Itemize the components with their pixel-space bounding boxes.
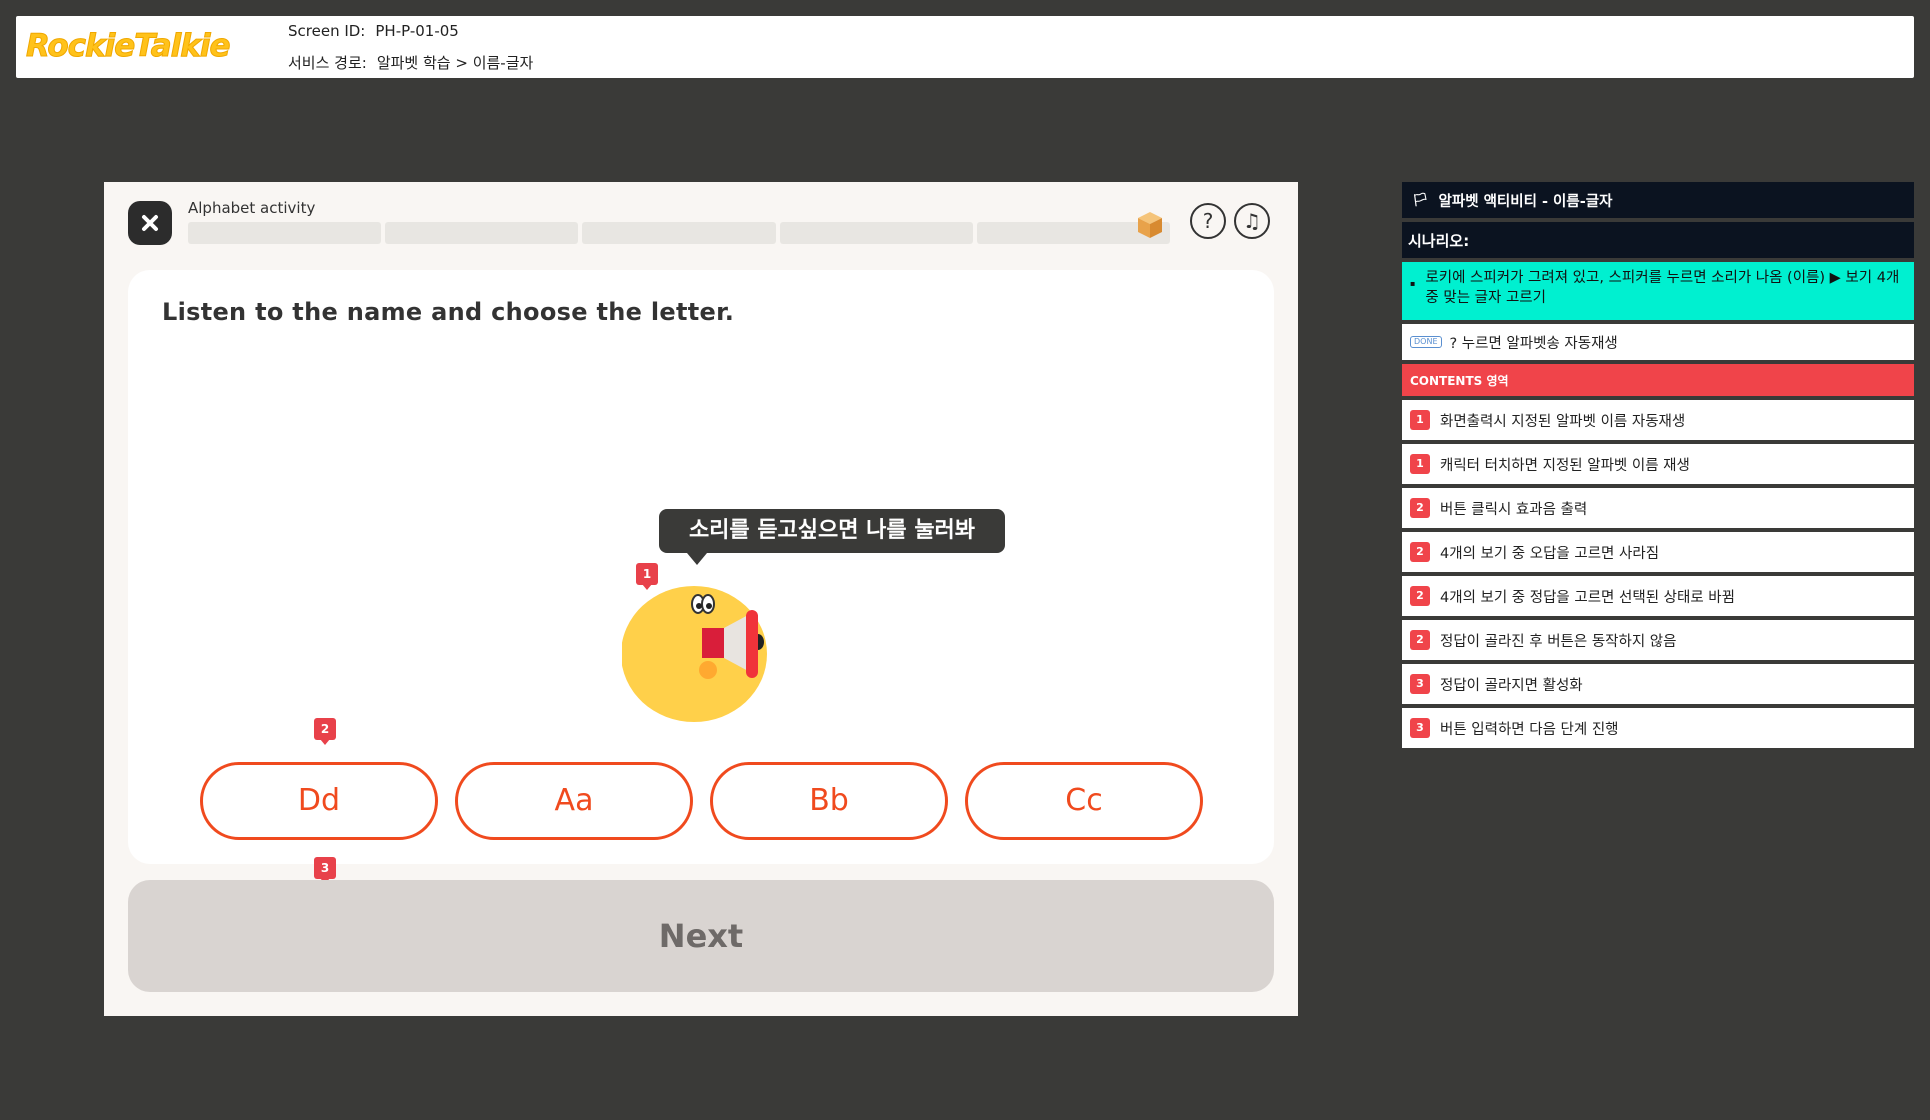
progress-segment <box>582 222 776 244</box>
bullet-icon: ▪ <box>1410 279 1416 288</box>
spec-item: 1 화면출력시 지정된 알파벳 이름 자동재생 <box>1402 400 1914 440</box>
choice-button-bb[interactable]: Bb <box>710 762 948 840</box>
service-path-line: 서비스 경로: 알파벳 학습 > 이름-글자 <box>288 52 533 73</box>
spec-item-number: 3 <box>1410 674 1430 694</box>
rockietalkie-logo: RockieTalkie <box>26 28 232 65</box>
panel-title-row: 🏳 알파벳 액티비티 - 이름-글자 <box>1402 182 1914 218</box>
progress-segment <box>385 222 579 244</box>
autoplay-note-row: DONE ? 누르면 알파벳송 자동재생 <box>1402 324 1914 360</box>
activity-label: Alphabet activity <box>188 199 316 217</box>
annotation-marker-3: 3 <box>314 857 336 884</box>
progress-segment <box>188 222 382 244</box>
activity-screen: Alphabet activity ? ♫ Listen to the name… <box>104 182 1298 1016</box>
service-path-label: 서비스 경로: <box>288 54 367 72</box>
spec-item-text: 정답이 골라지면 활성화 <box>1440 677 1583 694</box>
screen-id-label: Screen ID: <box>288 22 366 40</box>
spec-item-text: 화면출력시 지정된 알파벳 이름 자동재생 <box>1440 413 1686 430</box>
help-button[interactable]: ? <box>1190 203 1226 239</box>
progress-segment <box>779 222 973 244</box>
music-note-icon: ♫ <box>1243 209 1261 233</box>
spec-item-number: 1 <box>1410 454 1430 474</box>
spec-item: 2 4개의 보기 중 정답을 고르면 선택된 상태로 바뀜 <box>1402 576 1914 616</box>
music-button[interactable]: ♫ <box>1234 203 1270 239</box>
rockie-character-icon <box>621 586 767 722</box>
spec-item-number: 2 <box>1410 630 1430 650</box>
question-card: Listen to the name and choose the letter… <box>128 270 1274 864</box>
close-icon <box>142 215 158 231</box>
spec-item: 2 버튼 클릭시 효과음 출력 <box>1402 488 1914 528</box>
spec-item-number: 2 <box>1410 586 1430 606</box>
scenario-label: 시나리오: <box>1408 231 1470 250</box>
spec-item: 2 4개의 보기 중 오답을 고르면 사라짐 <box>1402 532 1914 572</box>
choice-button-aa[interactable]: Aa <box>455 762 693 840</box>
contents-label: CONTENTS 영역 <box>1410 373 1509 388</box>
rockie-speaker-character[interactable] <box>621 572 782 722</box>
screen-id-line: Screen ID: PH-P-01-05 <box>288 22 459 40</box>
close-button[interactable] <box>128 201 172 245</box>
spec-item-text: 버튼 클릭시 효과음 출력 <box>1440 501 1588 518</box>
question-text: Listen to the name and choose the letter… <box>162 298 735 326</box>
spec-item-text: 캐릭터 터치하면 지정된 알파벳 이름 재생 <box>1440 457 1690 474</box>
header-bar: RockieTalkie Screen ID: PH-P-01-05 서비스 경로… <box>16 16 1914 78</box>
panel-title: 알파벳 액티비티 - 이름-글자 <box>1438 193 1613 210</box>
spec-item-number: 3 <box>1410 718 1430 738</box>
choice-button-dd[interactable]: Dd <box>200 762 438 840</box>
spec-item-number: 2 <box>1410 498 1430 518</box>
choice-button-cc[interactable]: Cc <box>965 762 1203 840</box>
speech-bubble: 소리를 듣고싶으면 나를 눌러봐 <box>659 509 1005 565</box>
progress-bar <box>188 222 1171 244</box>
spec-item: 3 버튼 입력하면 다음 단계 진행 <box>1402 708 1914 748</box>
spec-item-text: 4개의 보기 중 오답을 고르면 사라짐 <box>1440 545 1660 562</box>
question-mark-icon: ? <box>1202 209 1214 233</box>
next-button[interactable]: Next <box>128 880 1274 992</box>
autoplay-note: ? 누르면 알파벳송 자동재생 <box>1449 335 1618 352</box>
flag-icon: 🏳 <box>1412 192 1429 208</box>
choice-group: Dd Aa Bb Cc <box>200 762 1220 840</box>
reward-box-icon <box>1138 212 1162 238</box>
scenario-text: 로키에 스피커가 그려져 있고, 스피커를 누르면 소리가 나옴 (이름) ▶ … <box>1425 270 1900 306</box>
spec-item: 3 정답이 골라지면 활성화 <box>1402 664 1914 704</box>
service-path-value: 알파벳 학습 > 이름-글자 <box>376 54 534 72</box>
scenario-row: ▪ 로키에 스피커가 그려져 있고, 스피커를 누르면 소리가 나옴 (이름) … <box>1402 262 1914 320</box>
spec-item: 1 캐릭터 터치하면 지정된 알파벳 이름 재생 <box>1402 444 1914 484</box>
spec-item-text: 정답이 골라진 후 버튼은 동작하지 않음 <box>1440 633 1677 650</box>
spec-item: 2 정답이 골라진 후 버튼은 동작하지 않음 <box>1402 620 1914 660</box>
scenario-label-row: 시나리오: <box>1402 222 1914 258</box>
spec-item-number: 2 <box>1410 542 1430 562</box>
spec-item-text: 4개의 보기 중 정답을 고르면 선택된 상태로 바뀜 <box>1440 589 1735 606</box>
screen-id-value: PH-P-01-05 <box>375 22 459 40</box>
contents-label-row: CONTENTS 영역 <box>1402 364 1914 396</box>
spec-item-number: 1 <box>1410 410 1430 430</box>
spec-item-text: 버튼 입력하면 다음 단계 진행 <box>1440 721 1619 738</box>
annotation-marker-2: 2 <box>314 718 336 745</box>
done-tag: DONE <box>1410 336 1442 348</box>
